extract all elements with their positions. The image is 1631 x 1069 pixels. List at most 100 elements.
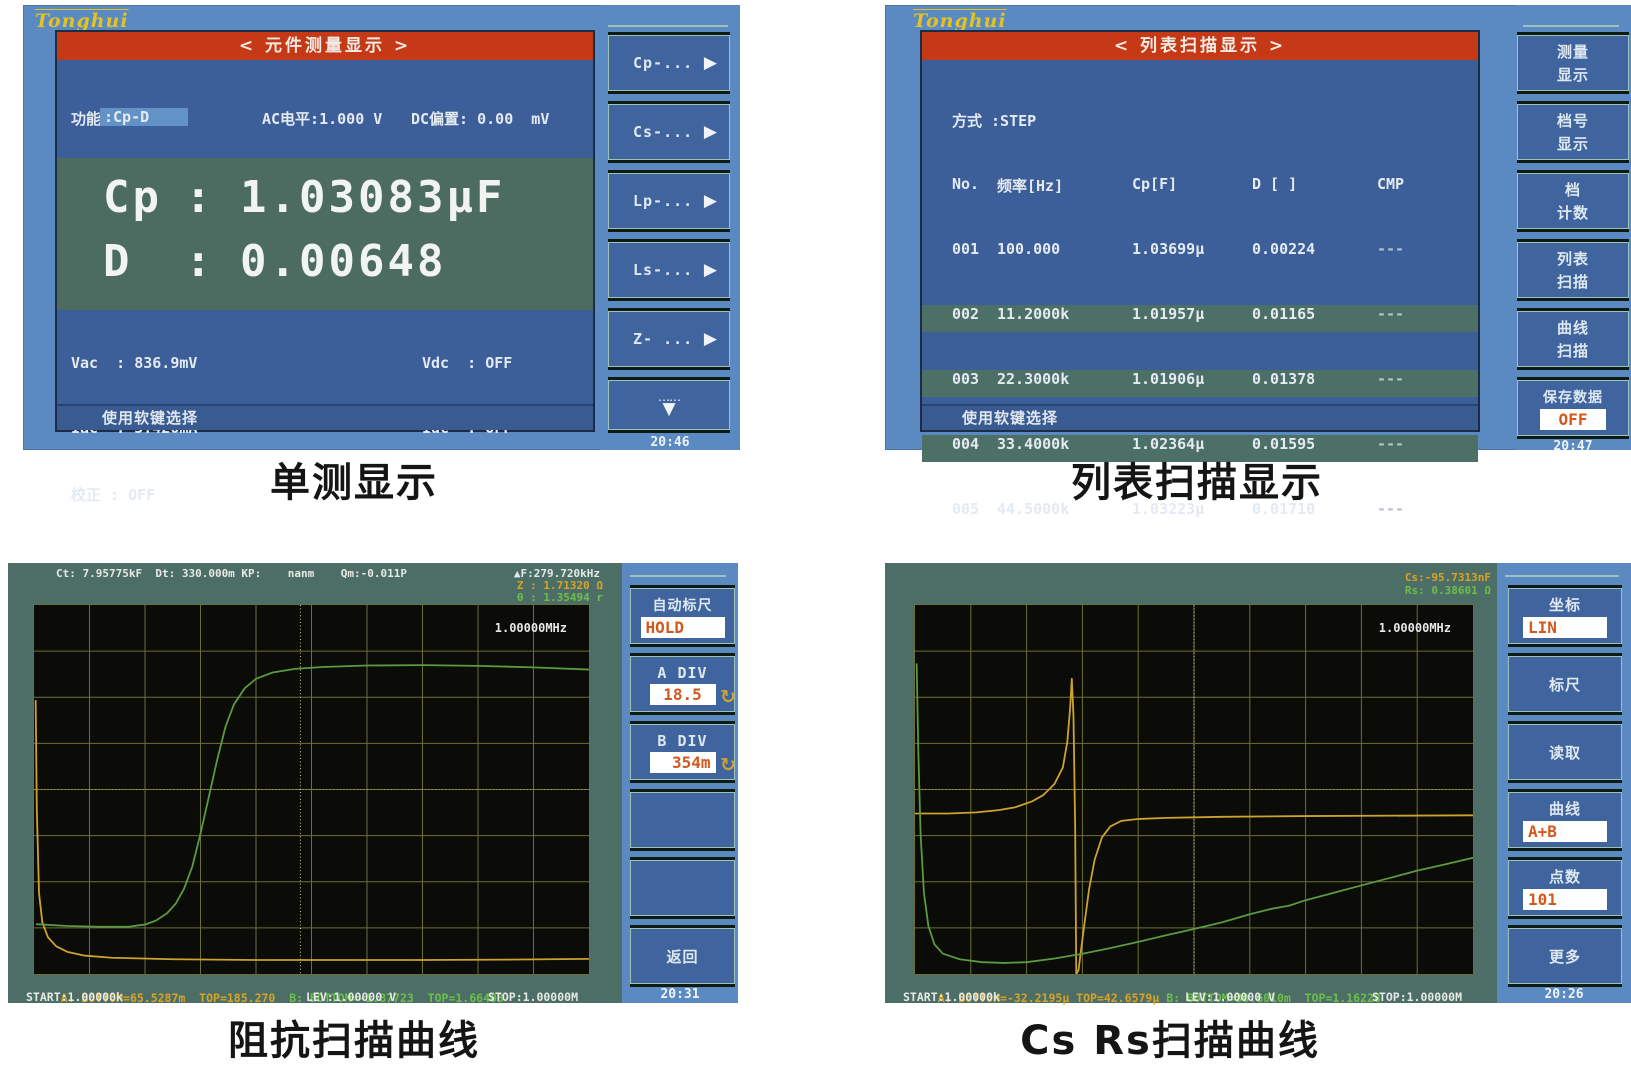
sweep-start: START:1.00000k (903, 990, 1000, 1004)
impedance-sweep-plot (34, 605, 589, 974)
softkey-read[interactable]: 读取 (1508, 724, 1622, 780)
sweep-freq-label: 1.00000MHz (1378, 621, 1451, 635)
vdc-readout: Vdc : OFF (422, 354, 513, 372)
clock: 20:26 (1544, 987, 1584, 1002)
softkey-ls[interactable]: Ls-... ▶ (608, 242, 730, 298)
measurement-result: Cp : 1.03083μF D : 0.00648 (57, 158, 593, 310)
softkey-column: 坐标 LIN 标尺 读取 曲线 A+B 点数 101 更多 20:26 (1497, 563, 1631, 1003)
softkey-coordinate[interactable]: 坐标 LIN (1508, 588, 1622, 644)
secondary-value: 0.00648 (240, 236, 447, 287)
softkey-cp[interactable]: Cp-... ▶ (608, 35, 730, 91)
rotary-dial-icon: ↻ (720, 754, 736, 776)
sweep-stop: STOP:1.00000M (1372, 990, 1463, 1004)
table-row: 001 100.000 1.03699μ 0.00224 --- (952, 240, 1405, 258)
rotary-dial-icon: ↻ (720, 686, 736, 708)
trace-a-readout: Cs:-95.7313nF (1404, 571, 1491, 584)
sweep-level: LEV:1.00000 V (306, 990, 397, 1004)
softkey-points[interactable]: 点数 101 (1508, 860, 1622, 916)
func-value[interactable]: :Cp-D (100, 108, 188, 126)
sweep-level: LEV:1.00000 V (1185, 990, 1276, 1004)
table-row: 002 11.2000k 1.01957μ 0.01165 --- (922, 305, 1478, 332)
sweep-start: START:1.00000k (26, 990, 123, 1004)
save-data-state: OFF (1540, 408, 1606, 430)
softkey-blank (630, 860, 735, 916)
softkey-column: Cp-... ▶ Cs-... ▶ Lp-... ▶ Ls-... ▶ Z- ... ▶ … (600, 5, 740, 450)
clock: 20:47 (1553, 439, 1593, 454)
softkey-more-down[interactable]: ⋯⋯ ▼ (608, 380, 730, 430)
softkey-more[interactable]: 更多 (1508, 928, 1622, 984)
monitor-values: Vac : 836.9mV Iac : 5.420mA 校正 : OFF Vdc… (57, 310, 593, 504)
softkey-column: 测量 显示 档号 显示 档 计数 列表 扫描 曲线 扫描 保存数据 OFF 20… (1515, 5, 1631, 454)
trace-b-readout: θ : 1.35494 r (516, 591, 603, 604)
table-row: 003 22.3000k 1.01906μ 0.01378 --- (922, 370, 1478, 397)
marker-readouts: Ct: 7.95775kF Dt: 330.000m KP: nanm Qm:-… (56, 567, 407, 580)
sweep-freq-label: 1.00000MHz (494, 621, 567, 635)
trace-mode: A+B (1523, 821, 1607, 842)
hint-bar: 使用软键选择 (57, 404, 593, 430)
secondary-colon: : (185, 236, 215, 287)
divider (1505, 575, 1619, 577)
softkey-measure-display[interactable]: 测量 显示 (1517, 35, 1629, 91)
secondary-name: D (103, 236, 133, 287)
panel-impedance-sweep: Ct: 7.95775kF Dt: 330.000m KP: nanm Qm:-… (8, 563, 738, 1005)
autoscale-state: HOLD (640, 616, 725, 638)
softkey-trace[interactable]: 曲线 A+B (1508, 792, 1622, 848)
panel-single-measure: Tonghui < 元件测量显示 > 功能 :Cp-D AC电平:1.000 V… (23, 5, 740, 504)
hint-bar: 使用软键选择 (922, 404, 1478, 430)
screen-title: < 元件测量显示 > (57, 32, 593, 60)
softkey-list-sweep[interactable]: 列表 扫描 (1517, 242, 1629, 298)
softkey-autoscale[interactable]: 自动标尺 HOLD (630, 588, 735, 644)
arrow-right-icon: ▶ (703, 122, 717, 142)
panel-csrs-sweep: Cs:-95.7313nF Rs: 0.38601 Ω 1.00000MHz A… (885, 563, 1631, 1005)
divider (608, 25, 728, 27)
b-div-value: 354m (649, 751, 716, 773)
screen-title: < 列表扫描显示 > (922, 32, 1478, 60)
arrow-right-icon: ▶ (703, 53, 717, 73)
caption-impedance: 阻抗扫描曲线 (228, 1018, 480, 1064)
scale-status-line: A: BOTTOM=-32.2195μ TOP=42.6579μ B: BOTT… (937, 991, 1381, 1005)
softkey-cs[interactable]: Cs-... ▶ (608, 104, 730, 160)
softkey-a-div[interactable]: A DIV 18.5 ↻ (630, 656, 736, 712)
arrow-right-icon: ▶ (703, 260, 717, 280)
a-div-value: 18.5 (649, 683, 716, 705)
primary-name: Cp (103, 172, 162, 223)
arrow-right-icon: ▶ (703, 191, 717, 211)
divider (630, 575, 726, 577)
scale-status-line: A: BOTTOM=65.5287m TOP=185.270 B: BOTTOM… (60, 991, 504, 1005)
measure-settings: 功能 :Cp-D AC电平:1.000 V DC偏置: 0.00 mV 频率 :… (57, 60, 593, 258)
csrs-plot-area: 1.00000MHz (914, 604, 1474, 975)
list-screen: < 列表扫描显示 > 方式 :STEP No. 频率[Hz] Cp[F] D [… (920, 30, 1480, 852)
caption-list: 列表扫描显示 (1071, 460, 1323, 506)
sweep-stop: STOP:1.00000M (488, 990, 579, 1004)
softkey-save-data[interactable]: 保存数据 OFF (1517, 380, 1629, 436)
softkey-column: 自动标尺 HOLD A DIV 18.5 ↻ B DIV 354m ↻ 返回 2… (622, 563, 738, 1003)
brand-logo: Tonghui (913, 10, 1007, 32)
softkey-curve-sweep[interactable]: 曲线 扫描 (1517, 311, 1629, 367)
softkey-bin-display[interactable]: 档号 显示 (1517, 104, 1629, 160)
divider (1523, 25, 1619, 27)
arrow-right-icon: ▶ (703, 329, 717, 349)
dc-bias: DC偏置: 0.00 mV (411, 110, 550, 128)
softkey-b-div[interactable]: B DIV 354m ↻ (630, 724, 736, 780)
brand-logo: Tonghui (35, 10, 129, 32)
caption-single: 单测显示 (270, 460, 438, 506)
measure-screen: < 元件测量显示 > 功能 :Cp-D AC电平:1.000 V DC偏置: 0… (55, 30, 595, 504)
sweep-mode: 方式 :STEP (952, 112, 1037, 130)
softkey-scale[interactable]: 标尺 (1508, 656, 1622, 712)
softkey-bin-count[interactable]: 档 计数 (1517, 173, 1629, 229)
primary-value: 1.03083μF (240, 172, 506, 223)
caption-csrs: Cs Rs扫描曲线 (1020, 1018, 1320, 1064)
softkey-blank (630, 792, 735, 848)
clock: 20:31 (660, 987, 700, 1002)
ac-level: AC电平:1.000 V (262, 110, 383, 128)
coordinate-mode: LIN (1523, 617, 1607, 638)
panel-list-sweep: Tonghui < 列表扫描显示 > 方式 :STEP No. 频率[Hz] C… (885, 5, 1631, 852)
func-label: 功能 (71, 110, 102, 128)
softkey-return[interactable]: 返回 (630, 928, 735, 984)
page-down-icon: ⋯⋯ ▼ (658, 393, 681, 419)
table-header: No. 频率[Hz] Cp[F] D [ ] CMP (952, 175, 1405, 195)
clock: 20:46 (650, 435, 690, 450)
softkey-z[interactable]: Z- ... ▶ (608, 311, 730, 367)
softkey-lp[interactable]: Lp-... ▶ (608, 173, 730, 229)
primary-colon: : (185, 172, 215, 223)
